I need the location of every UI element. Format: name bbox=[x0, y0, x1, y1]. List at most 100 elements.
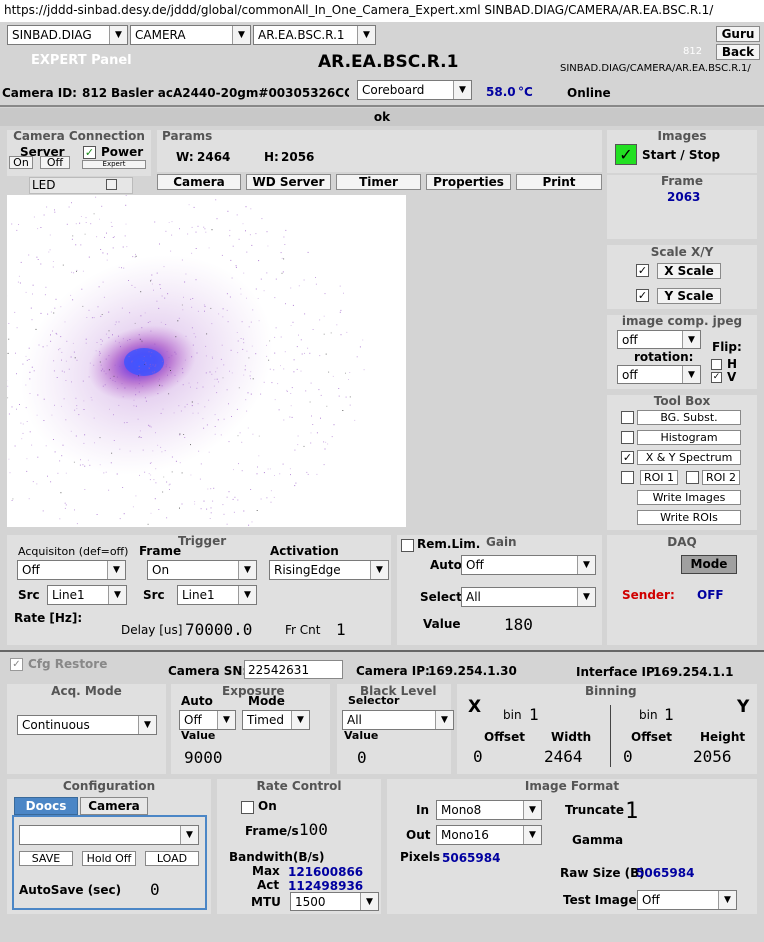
test-image-select[interactable]: Off ▼ bbox=[637, 890, 737, 910]
config-select[interactable]: ▼ bbox=[19, 825, 199, 845]
server-on-button[interactable]: On bbox=[9, 156, 33, 169]
black-value-wheel[interactable]: 0 bbox=[357, 748, 367, 767]
guru-button[interactable]: Guru bbox=[716, 26, 760, 42]
load-button[interactable]: LOAD bbox=[145, 851, 199, 866]
roi1-checkbox[interactable] bbox=[621, 471, 634, 484]
offset-x-wheel[interactable]: 0 bbox=[473, 747, 483, 766]
out-select[interactable]: Mono16 ▼ bbox=[436, 825, 542, 845]
noise-pixel bbox=[116, 376, 118, 378]
acq-mode-select[interactable]: Continuous ▼ bbox=[17, 715, 157, 735]
gain-select[interactable]: All ▼ bbox=[461, 587, 596, 607]
acquisition-select[interactable]: Off ▼ bbox=[17, 560, 126, 580]
camera-image[interactable] bbox=[7, 195, 406, 527]
print-button[interactable]: Print bbox=[516, 174, 602, 190]
device-select[interactable]: AR.EA.BSC.R.1 ▼ bbox=[253, 25, 376, 45]
spectrum-checkbox[interactable]: ✓ bbox=[621, 451, 634, 464]
roi2-checkbox[interactable] bbox=[686, 471, 699, 484]
noise-pixel bbox=[177, 320, 179, 322]
jpeg-select[interactable]: off ▼ bbox=[617, 330, 701, 349]
mtu-select[interactable]: 1500 ▼ bbox=[290, 892, 379, 911]
noise-pixel bbox=[47, 313, 49, 315]
fps-wheel[interactable]: 100 bbox=[299, 820, 328, 839]
noise-pixel bbox=[33, 370, 35, 372]
tab-doocs[interactable]: Doocs bbox=[14, 797, 78, 815]
noise-pixel bbox=[149, 462, 151, 464]
board-select[interactable]: Coreboard ▼ bbox=[357, 80, 472, 100]
in-select[interactable]: Mono8 ▼ bbox=[436, 800, 542, 820]
flip-h-checkbox[interactable] bbox=[711, 359, 722, 370]
noise-pixel bbox=[250, 489, 252, 490]
server-off-button[interactable]: Off bbox=[40, 156, 70, 169]
y-scale-checkbox[interactable]: ✓ bbox=[636, 289, 649, 302]
noise-pixel bbox=[236, 214, 238, 216]
flip-label: Flip: bbox=[712, 340, 742, 354]
autosave-wheel[interactable]: 0 bbox=[150, 880, 160, 899]
tab-camera[interactable]: Camera bbox=[157, 174, 241, 190]
camera-sn-field[interactable]: 22542631 bbox=[244, 660, 343, 679]
bin-x-wheel[interactable]: 1 bbox=[529, 705, 539, 724]
flip-v-checkbox[interactable]: ✓ bbox=[711, 372, 722, 383]
noise-pixel bbox=[129, 450, 131, 452]
roi1-button[interactable]: ROI 1 bbox=[640, 470, 678, 485]
bg-subst-checkbox[interactable] bbox=[621, 411, 634, 424]
src2-select[interactable]: Line1 ▼ bbox=[177, 585, 257, 605]
noise-pixel bbox=[171, 456, 173, 458]
width-wheel[interactable]: 2464 bbox=[544, 747, 583, 766]
rem-lim-checkbox[interactable] bbox=[401, 539, 414, 552]
noise-pixel bbox=[71, 381, 72, 383]
save-button[interactable]: SAVE bbox=[19, 851, 73, 866]
rate-on-checkbox[interactable] bbox=[241, 801, 254, 814]
tab-camera-config[interactable]: Camera bbox=[80, 797, 148, 815]
tab-properties[interactable]: Properties bbox=[426, 174, 511, 190]
exposure-value-wheel[interactable]: 9000 bbox=[184, 748, 223, 767]
histogram-button[interactable]: Histogram bbox=[637, 430, 741, 445]
bin-y-wheel[interactable]: 1 bbox=[664, 705, 674, 724]
bg-subst-button[interactable]: BG. Subst. bbox=[637, 410, 741, 425]
exposure-auto-select[interactable]: Off ▼ bbox=[179, 710, 236, 730]
daq-mode-button[interactable]: Mode bbox=[681, 555, 737, 574]
rotation-select[interactable]: off ▼ bbox=[617, 365, 701, 384]
noise-pixel bbox=[156, 272, 158, 274]
noise-pixel bbox=[193, 333, 195, 335]
noise-pixel bbox=[251, 345, 253, 347]
truncate-wheel[interactable]: 1 bbox=[625, 799, 638, 824]
delay-wheel[interactable]: 70000.0 bbox=[185, 620, 252, 639]
histogram-checkbox[interactable] bbox=[621, 431, 634, 444]
noise-pixel bbox=[310, 382, 312, 384]
start-stop-checkbox[interactable]: ✓ bbox=[615, 144, 637, 165]
back-button[interactable]: Back bbox=[716, 44, 760, 60]
y-scale-button[interactable]: Y Scale bbox=[657, 288, 721, 304]
power-checkbox[interactable]: ✓ bbox=[83, 146, 96, 159]
hold-off-button[interactable]: Hold Off bbox=[82, 851, 136, 866]
write-rois-button[interactable]: Write ROIs bbox=[637, 510, 741, 525]
cfg-restore-checkbox[interactable]: ✓ bbox=[10, 658, 23, 671]
noise-pixel bbox=[250, 378, 251, 380]
noise-pixel bbox=[249, 234, 251, 236]
activation-select[interactable]: RisingEdge ▼ bbox=[269, 560, 389, 580]
black-value-label: Value bbox=[344, 729, 379, 742]
offset-y-wheel[interactable]: 0 bbox=[623, 747, 633, 766]
device-class-select[interactable]: CAMERA ▼ bbox=[130, 25, 251, 45]
height-wheel[interactable]: 2056 bbox=[693, 747, 732, 766]
noise-pixel bbox=[38, 344, 40, 346]
noise-pixel bbox=[283, 368, 285, 370]
exposure-mode-select[interactable]: Timed ▼ bbox=[242, 710, 310, 730]
frame-trigger-select[interactable]: On ▼ bbox=[147, 560, 257, 580]
noise-pixel bbox=[150, 330, 152, 332]
facility-select[interactable]: SINBAD.DIAG ▼ bbox=[7, 25, 128, 45]
write-images-button[interactable]: Write Images bbox=[637, 490, 741, 505]
frame-count-wheel[interactable]: 1 bbox=[336, 620, 346, 639]
gain-auto-select[interactable]: Off ▼ bbox=[461, 555, 596, 575]
x-scale-button[interactable]: X Scale bbox=[657, 263, 721, 279]
src1-select[interactable]: Line1 ▼ bbox=[47, 585, 127, 605]
tab-timer[interactable]: Timer bbox=[336, 174, 421, 190]
roi2-button[interactable]: ROI 2 bbox=[702, 470, 740, 485]
x-scale-checkbox[interactable]: ✓ bbox=[636, 264, 649, 277]
noise-pixel bbox=[270, 501, 272, 503]
spectrum-button[interactable]: X & Y Spectrum bbox=[637, 450, 741, 465]
tab-wd-server[interactable]: WD Server bbox=[246, 174, 331, 190]
black-selector-select[interactable]: All ▼ bbox=[342, 710, 454, 730]
gain-value-wheel[interactable]: 180 bbox=[504, 615, 533, 634]
panel-number: 812 bbox=[683, 46, 703, 57]
expert-button[interactable]: Expert bbox=[82, 160, 146, 169]
